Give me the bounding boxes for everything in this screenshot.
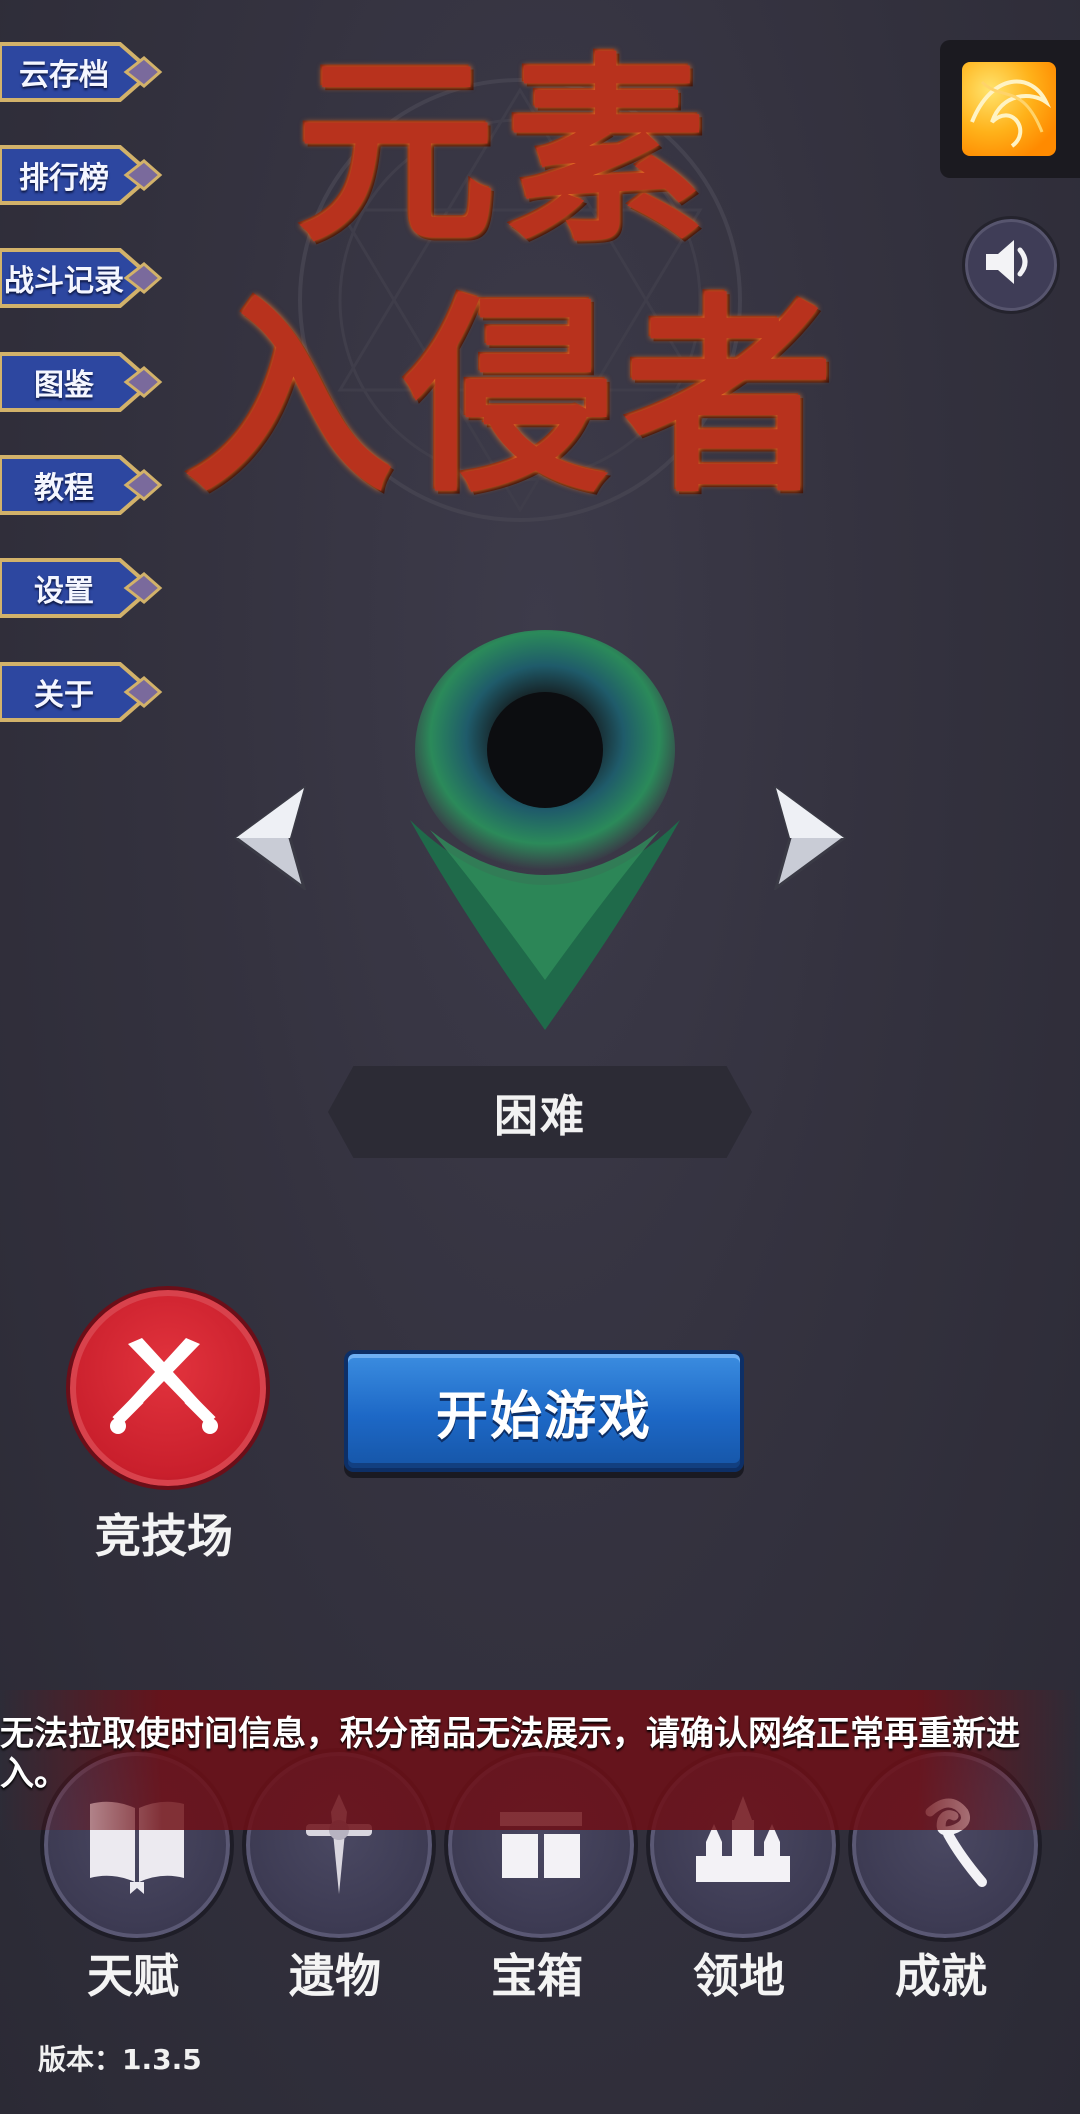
level-portal-image [410,630,680,1030]
speaker-icon [986,240,1028,284]
start-game-label: 开始游戏 [435,1386,652,1447]
next-level-arrow-icon[interactable] [772,786,846,890]
cloud-save-button[interactable]: 云存档 [0,40,168,104]
territory-label: 领地 [693,1949,785,2003]
title-line-1: 元素 [296,35,717,270]
relic-label: 遗物 [289,1949,381,2003]
title-line-2: 入侵者 [184,274,845,521]
profile-panel [940,40,1080,178]
settings-button[interactable]: 设置 [0,556,168,620]
avatar-swirl-icon [970,79,1052,148]
side-menu-label: 教程 [34,471,94,506]
battle-record-button[interactable]: 战斗记录 [0,246,168,310]
side-menu-label: 战斗记录 [4,264,124,299]
talent-label: 天赋 [87,1949,179,2003]
difficulty-selector[interactable]: 困难 [328,1066,752,1158]
chest-label: 宝箱 [491,1949,583,2003]
network-error-notice: 无法拉取使时间信息，积分商品无法展示，请确认网络正常再重新进入。 [0,1714,1020,1794]
sound-toggle-button[interactable] [962,216,1060,314]
side-menu-label: 排行榜 [19,161,109,196]
crossed-swords-icon [110,1338,218,1434]
previous-level-arrow-icon[interactable] [234,786,308,890]
side-menu-label: 图鉴 [34,368,94,403]
side-menu-label: 关于 [34,678,94,713]
leaderboard-button[interactable]: 排行榜 [0,143,168,207]
side-menu-label: 云存档 [19,58,109,93]
codex-button[interactable]: 图鉴 [0,350,168,414]
arena-button[interactable] [66,1286,270,1490]
side-menu-label: 设置 [34,574,94,609]
about-button[interactable]: 关于 [0,660,168,724]
tutorial-button[interactable]: 教程 [0,453,168,517]
avatar[interactable] [962,62,1056,156]
version-text: 版本：1.3.5 [38,2043,202,2076]
difficulty-label: 困难 [494,1091,586,1142]
arena-label: 竞技场 [95,1509,233,1563]
achievement-label: 成就 [895,1949,987,2003]
start-game-button[interactable]: 开始游戏 [344,1350,744,1472]
